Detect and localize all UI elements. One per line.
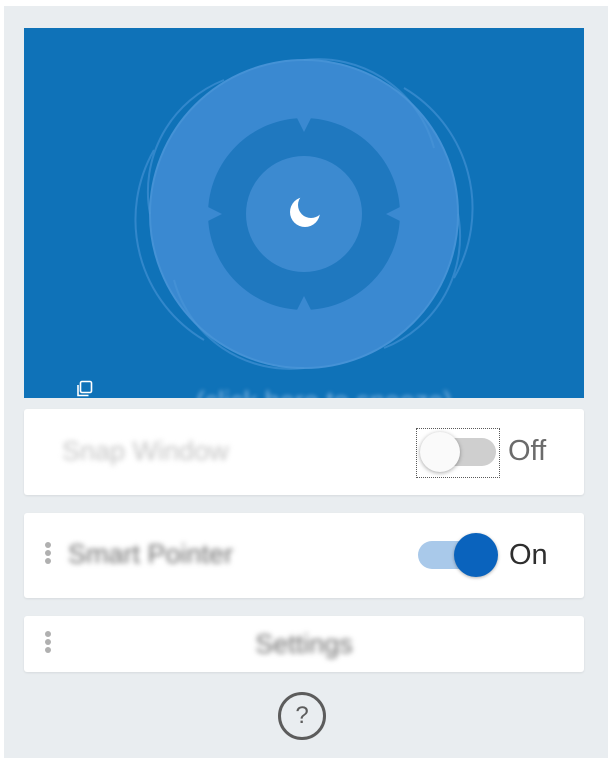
snap-window-state: Off — [508, 435, 547, 467]
snooze-link[interactable]: (click here to snooze) — [162, 386, 486, 398]
snooze-hero[interactable]: (click here to snooze) — [24, 28, 584, 398]
snap-window-card: Snap Window Off — [24, 409, 584, 495]
snap-window-toggle[interactable] — [420, 432, 496, 472]
drag-handle-icon[interactable] — [44, 542, 52, 566]
settings-label: Settings — [255, 629, 353, 659]
snap-window-label: Snap Window — [62, 436, 229, 466]
shutter-graphic — [134, 58, 474, 370]
smart-pointer-card: Smart Pointer On — [24, 513, 584, 598]
smart-pointer-state: On — [509, 539, 548, 571]
help-button[interactable]: ? — [278, 692, 326, 740]
smart-pointer-label: Smart Pointer — [68, 539, 234, 569]
copy-window-icon[interactable] — [76, 380, 94, 398]
smart-pointer-toggle[interactable] — [418, 533, 498, 577]
settings-card[interactable]: Settings — [24, 616, 584, 672]
help-label: ? — [295, 702, 309, 729]
